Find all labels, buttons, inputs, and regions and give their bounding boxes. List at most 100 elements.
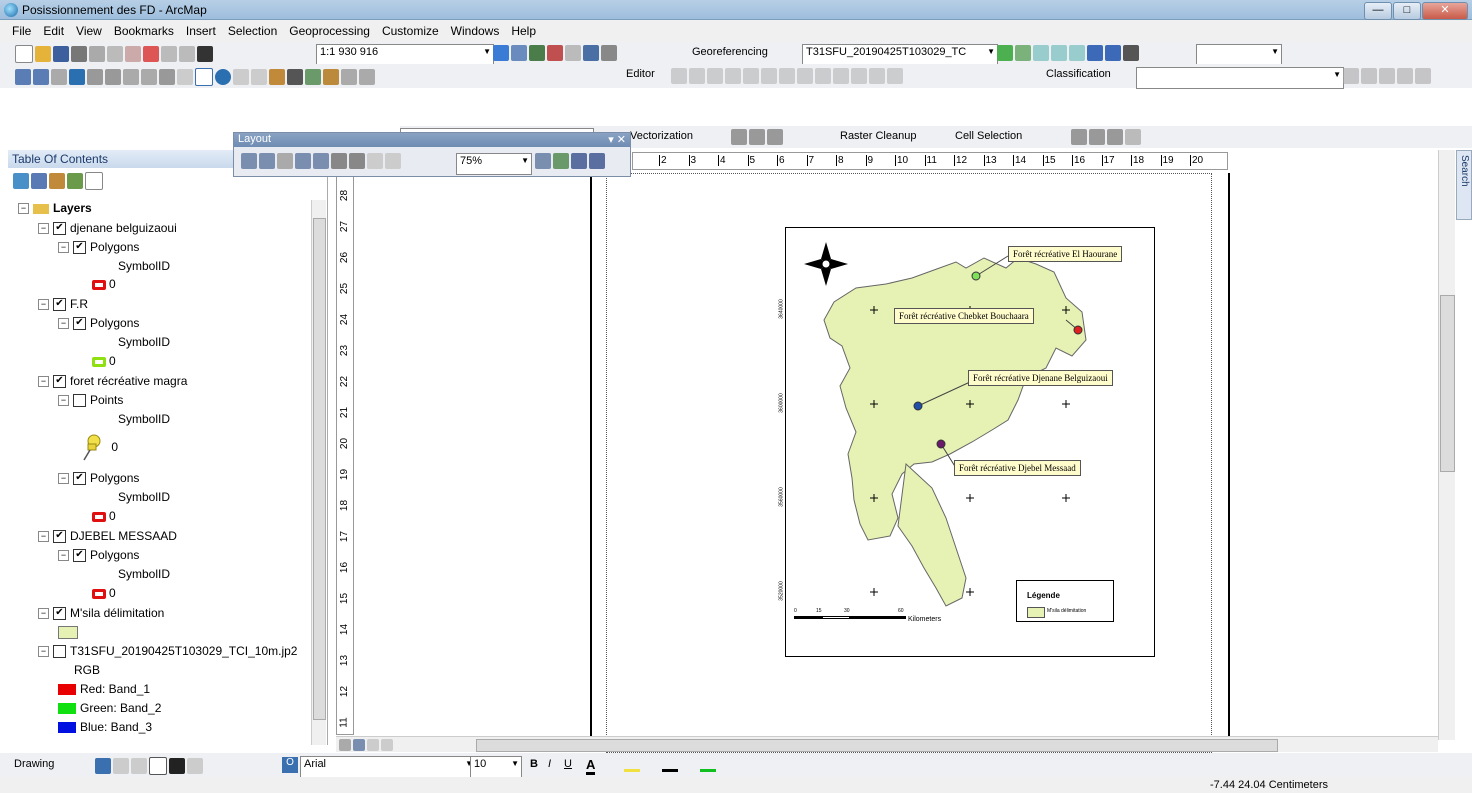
zoom-out-icon[interactable] [33,69,49,85]
menu-edit[interactable]: Edit [37,20,70,38]
viewer-window-icon[interactable] [359,69,375,85]
select-features-icon[interactable] [159,69,175,85]
vectorization-menu[interactable]: Vectorization [630,130,693,142]
data-driven-pages-icon[interactable] [589,153,605,169]
view-vertical-scrollbar[interactable] [1438,150,1455,740]
georef-layer-combo[interactable]: T31SFU_20190425T103029_TC [802,44,998,66]
layer-fr-polygons-checkbox[interactable]: ✔ [73,317,86,331]
layer-fr-checkbox[interactable]: ✔ [53,298,66,312]
band-green[interactable]: Green: Band_2 [58,700,161,716]
focus-data-frame-icon[interactable] [553,153,569,169]
view-vertical-scroll-thumb[interactable] [1440,295,1455,472]
cut-icon[interactable] [89,46,105,62]
go-to-xy-icon[interactable] [323,69,339,85]
time-slider-icon[interactable] [341,69,357,85]
drawing-menu[interactable]: Drawing [14,758,54,770]
histogram-icon[interactable] [1379,68,1395,84]
georeferencing-menu[interactable]: Georeferencing [692,46,768,58]
search-window-icon[interactable] [547,45,563,61]
underline-icon[interactable]: U [564,758,572,770]
select-elements-draw-icon[interactable] [95,758,111,774]
layer-msila[interactable]: − ✔ M'sila délimitation [38,605,164,621]
pan-icon[interactable] [51,69,67,85]
view-horizontal-scrollbar[interactable] [336,736,1438,752]
data-view-icon[interactable] [339,738,351,751]
auto-adjust-icon[interactable] [1069,45,1085,61]
font-color-icon[interactable]: A [586,757,596,775]
list-by-source-icon[interactable] [31,173,47,189]
change-layout-icon[interactable] [571,153,587,169]
layer-djenane[interactable]: − ✔ djenane belguizaoui [38,220,177,236]
model-builder-icon[interactable] [601,45,617,61]
add-selection-icon[interactable] [1089,129,1105,145]
editor-menu[interactable]: Editor [626,68,655,80]
rotate-icon[interactable] [1015,45,1031,61]
fixed-zoom-out-layout-icon[interactable] [349,153,365,169]
new-text-icon[interactable] [169,758,185,774]
menu-windows[interactable]: Windows [445,20,506,38]
layer-fr-symbol[interactable]: 0 [92,353,116,369]
help-pointer-icon[interactable] [1123,45,1139,61]
layer-raster[interactable]: − T31SFU_20190425T103029_TCI_10m.jp2 [38,643,297,659]
map-frame[interactable]: 580000 620000 660000 3640000 3600000 356… [779,227,1155,676]
layer-djebel-polygons-checkbox[interactable]: ✔ [73,549,86,563]
select-elements-icon[interactable] [195,68,213,86]
list-by-drawing-order-icon[interactable] [13,173,29,189]
select-connected-cells-icon[interactable] [1071,129,1087,145]
forward-icon[interactable] [141,69,157,85]
layout-zoom-combo[interactable]: 75% [456,153,532,175]
toggle-draft-mode-icon[interactable] [535,153,551,169]
menu-file[interactable]: File [0,20,37,38]
layer-magra-polygons-checkbox[interactable]: ✔ [73,472,86,486]
classification-layer-combo[interactable] [1136,67,1344,89]
label-haourane[interactable]: Forêt récréative El Haourane [1008,246,1123,262]
open-folder-icon[interactable] [35,46,51,62]
copy-icon[interactable] [107,46,123,62]
zoom-100-icon[interactable] [313,153,329,169]
layer-djenane-symbol[interactable]: 0 [92,276,116,292]
band-blue[interactable]: Blue: Band_3 [58,719,152,735]
layer-msila-checkbox[interactable]: ✔ [53,607,66,621]
layout-pan-icon[interactable] [277,153,293,169]
menu-bookmarks[interactable]: Bookmarks [108,20,180,38]
go-back-extent-icon[interactable] [367,153,383,169]
back-icon[interactable] [123,69,139,85]
find-icon[interactable] [287,69,303,85]
georef-extra-combo[interactable] [1196,44,1282,66]
layer-magra[interactable]: − ✔ foret récréative magra [38,373,187,389]
maximize-button[interactable]: □ [1393,2,1421,20]
fixed-zoom-in-icon[interactable] [87,69,103,85]
font-size-combo[interactable]: 10 [470,756,522,778]
layer-magra-points[interactable]: − Points [58,392,123,408]
undo-icon[interactable] [161,46,177,62]
statistics-icon[interactable] [1415,68,1431,84]
rectangle-icon[interactable] [149,757,167,775]
menu-selection[interactable]: Selection [222,20,283,38]
font-combo[interactable]: Arial [300,756,476,778]
zoom-whole-page-icon[interactable] [295,153,311,169]
close-window-button[interactable]: ✕ [1422,2,1468,20]
python-icon[interactable] [583,45,599,61]
menu-customize[interactable]: Customize [376,20,445,38]
list-by-visibility-icon[interactable] [49,173,65,189]
layer-djebel-polygons[interactable]: − ✔ Polygons [58,547,139,563]
menu-geoprocessing[interactable]: Geoprocessing [283,20,376,38]
identify-icon[interactable] [215,69,231,85]
zoom-in-icon[interactable] [15,69,31,85]
cell-selection-menu[interactable]: Cell Selection [955,130,1022,142]
menu-insert[interactable]: Insert [180,20,222,38]
layout-zoom-out-icon[interactable] [259,153,275,169]
zoom-to-selected-icon[interactable] [131,758,147,774]
raster-cleanup-menu[interactable]: Raster Cleanup [840,130,916,142]
cell-snapping-icon[interactable] [1125,129,1141,145]
layer-magra-polygons-symbol[interactable]: 0 [92,508,116,524]
edit-vertices-draw-icon[interactable] [187,758,203,774]
map-legend[interactable]: Légende M'sila délimitation [1016,580,1114,622]
arctoolbox-icon[interactable] [565,45,581,61]
layer-djebel-symbol[interactable]: 0 [92,585,116,601]
go-forward-extent-icon[interactable] [385,153,401,169]
scatterplot-icon[interactable] [1397,68,1413,84]
layer-msila-symbol[interactable] [58,624,82,640]
label-chebket[interactable]: Forêt récréative Chebket Bouchaara [894,308,1034,324]
view-horizontal-scroll-thumb[interactable] [476,739,1278,752]
